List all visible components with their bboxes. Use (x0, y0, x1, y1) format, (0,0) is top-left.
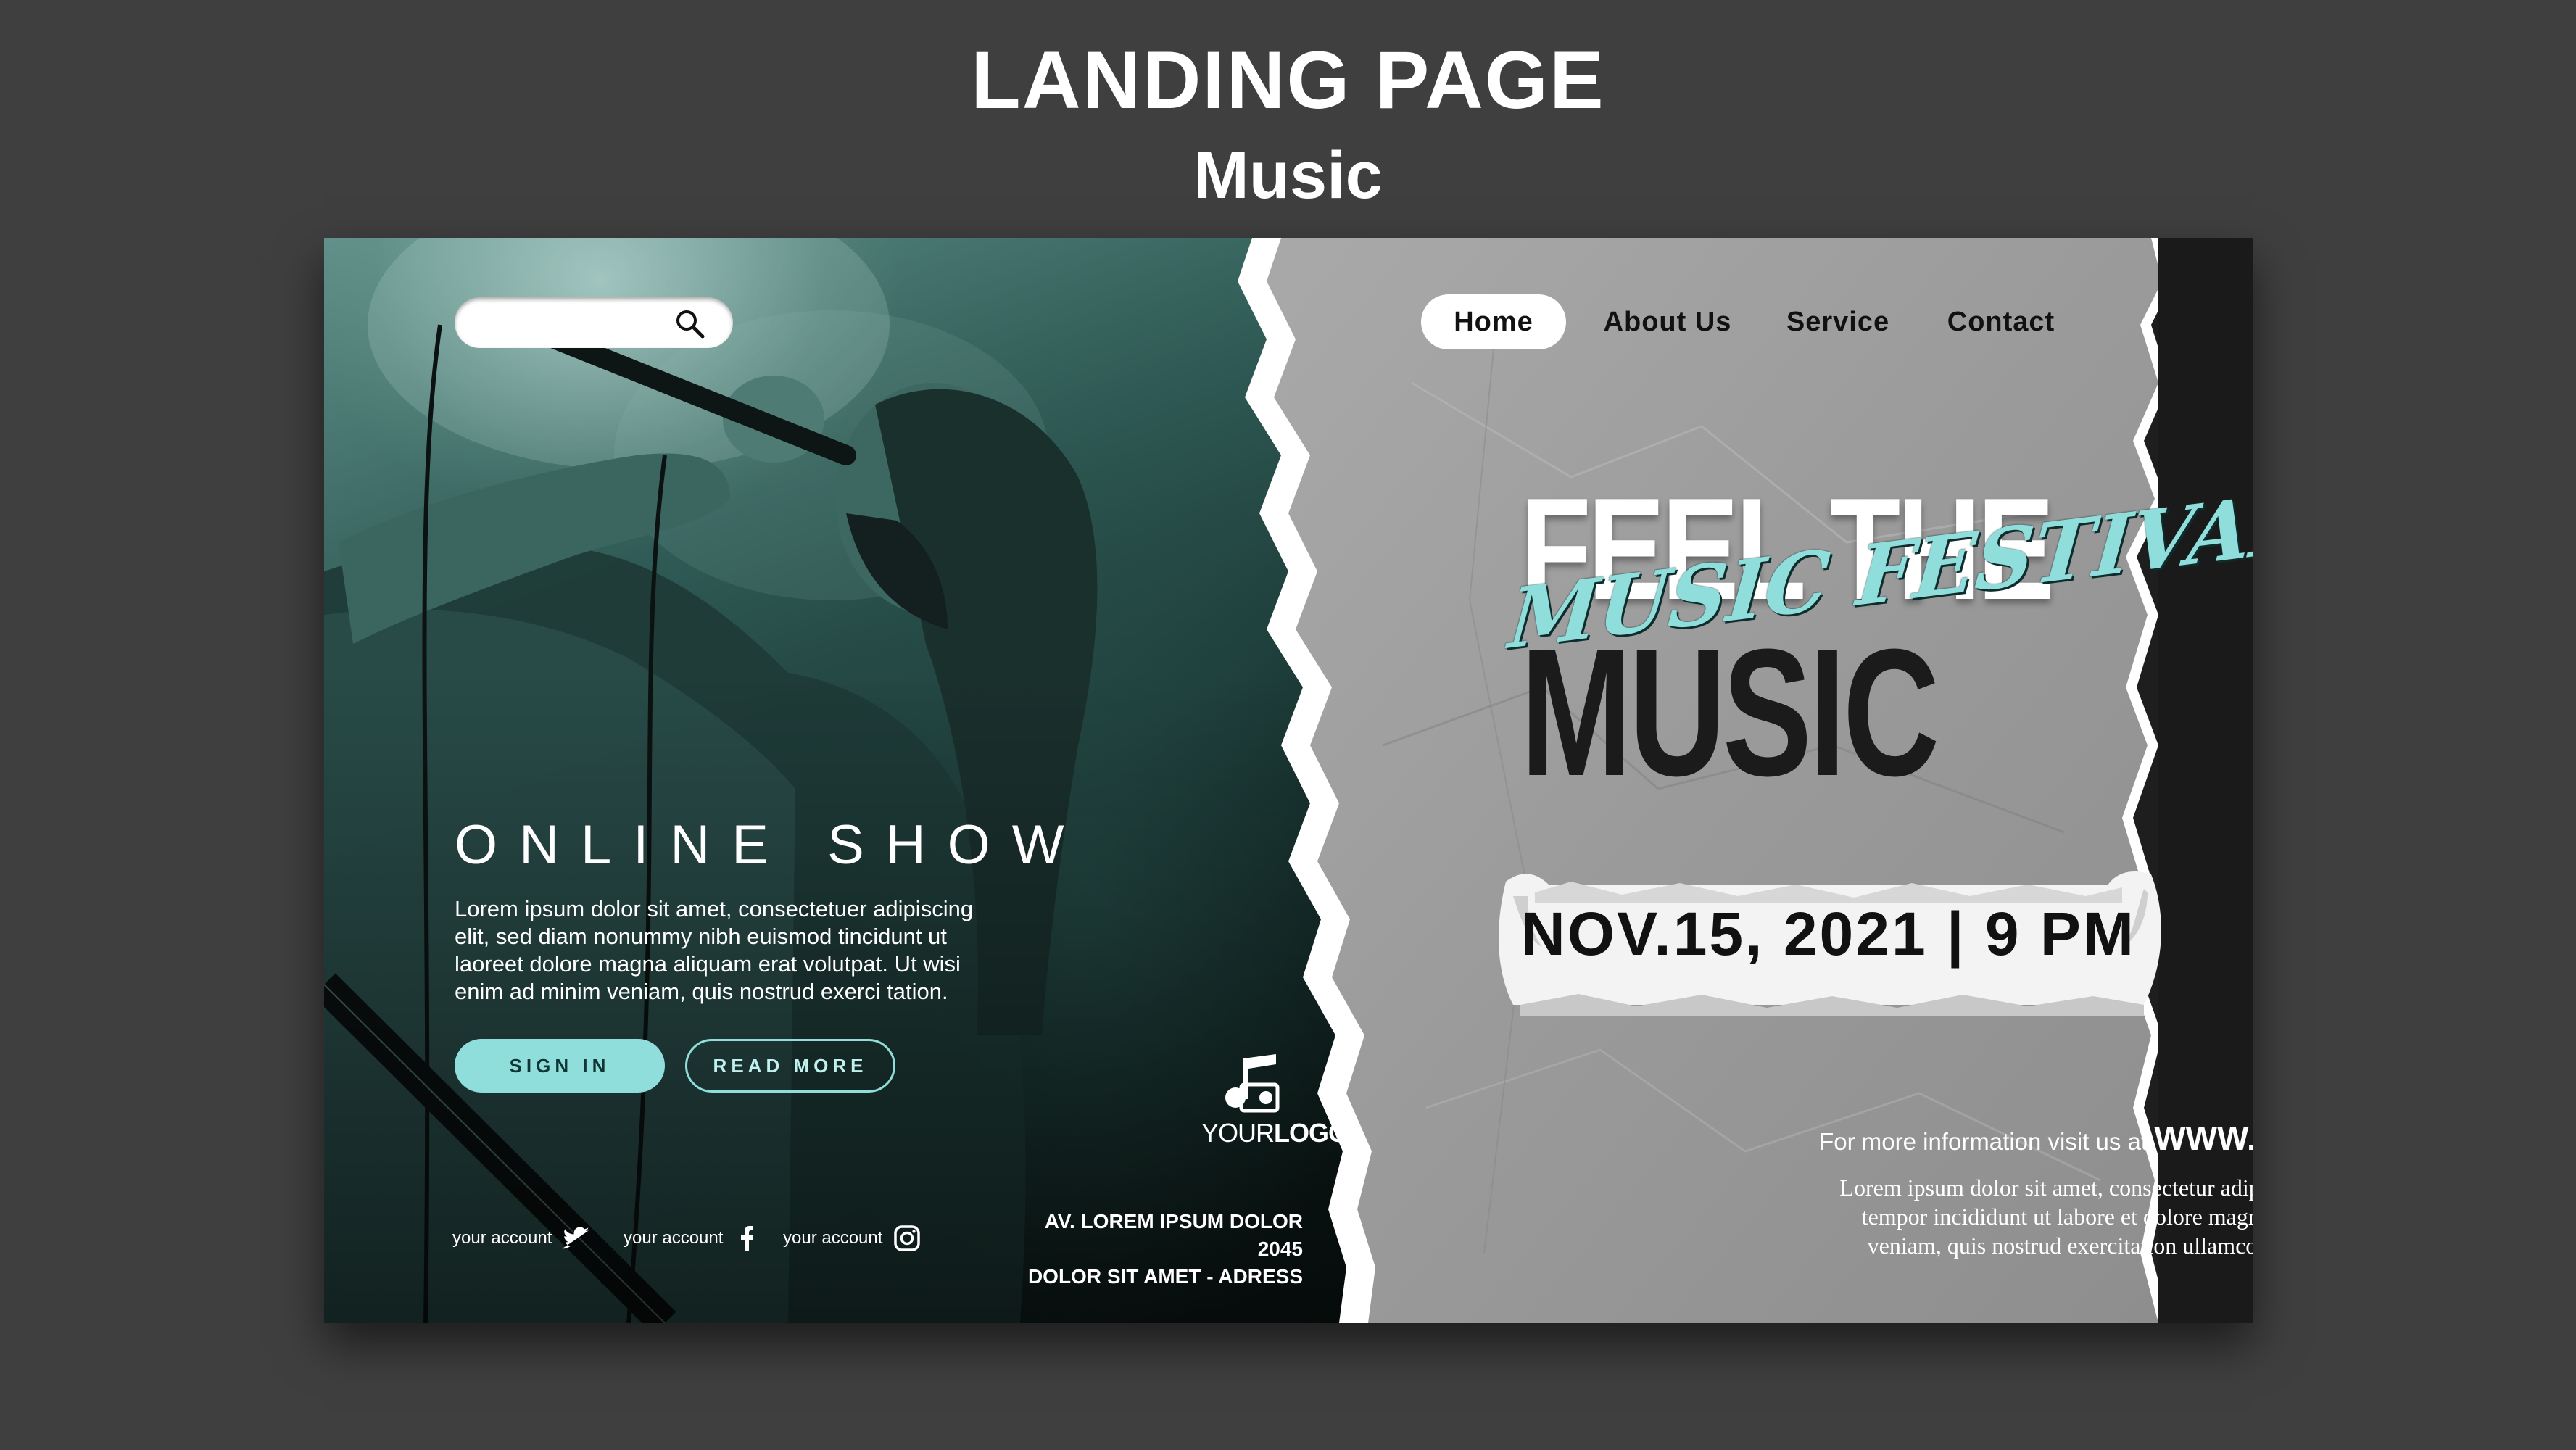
event-description-line-3: veniam, quis nostrud exercitation ullamc… (1867, 1232, 2253, 1259)
social-label: your account (624, 1228, 724, 1248)
search-icon[interactable] (674, 307, 705, 339)
landing-page-mockup: Home About Us Service Contact ONLINE SHO… (324, 238, 2253, 1323)
address-line-2: DOLOR SIT AMET - ADRESS (1027, 1265, 1303, 1288)
social-label: your account (783, 1228, 883, 1248)
event-description-line-1: Lorem ipsum dolor sit amet, consectetur … (1839, 1174, 2253, 1201)
address-line-1: AV. LOREM IPSUM DOLOR 2045 (1044, 1210, 1303, 1260)
brand-logo[interactable]: YOURLOGO (1201, 1050, 1349, 1148)
facebook-icon (741, 1226, 754, 1251)
page-title: LANDING PAGE (971, 35, 1605, 125)
more-info-line: For more information visit us at WWW.YOU… (1484, 1119, 2253, 1158)
event-description: Lorem ipsum dolor sit amet, consectetur … (1484, 1173, 2253, 1260)
read-more-button[interactable]: READ MORE (685, 1039, 895, 1093)
more-info-prefix: For more information visit us at (1819, 1128, 2148, 1155)
facebook-account-link[interactable]: your account (624, 1224, 762, 1253)
search-input[interactable] (455, 297, 733, 348)
instagram-account-link[interactable]: your account (783, 1224, 922, 1253)
event-date: NOV.15, 2021 | 9 PM (1521, 900, 2136, 968)
address: AV. LOREM IPSUM DOLOR 2045 DOLOR SIT AME… (1006, 1208, 1303, 1290)
page-subtitle: Music (1193, 138, 1383, 212)
logo-text: YOURLOGO (1201, 1118, 1349, 1148)
nav-about-us[interactable]: About Us (1591, 294, 1744, 349)
website-link[interactable]: WWW.YOURSITE.COM (2154, 1119, 2253, 1157)
sign-in-button[interactable]: SIGN IN (455, 1039, 665, 1093)
twitter-icon (562, 1227, 589, 1249)
instagram-icon (894, 1225, 921, 1251)
hero-description: Lorem ipsum dolor sit amet, consectetuer… (455, 896, 974, 1004)
social-label: your account (452, 1228, 552, 1248)
music-note-icon (1225, 1054, 1280, 1113)
online-show-title: ONLINE SHOW (455, 814, 1086, 876)
event-description-line-2: tempor incididunt ut labore et dolore ma… (1861, 1204, 2253, 1230)
nav-contact[interactable]: Contact (1936, 294, 2066, 349)
twitter-account-link[interactable]: your account (452, 1224, 591, 1253)
nav-home[interactable]: Home (1421, 294, 1566, 349)
nav-service[interactable]: Service (1776, 294, 1900, 349)
